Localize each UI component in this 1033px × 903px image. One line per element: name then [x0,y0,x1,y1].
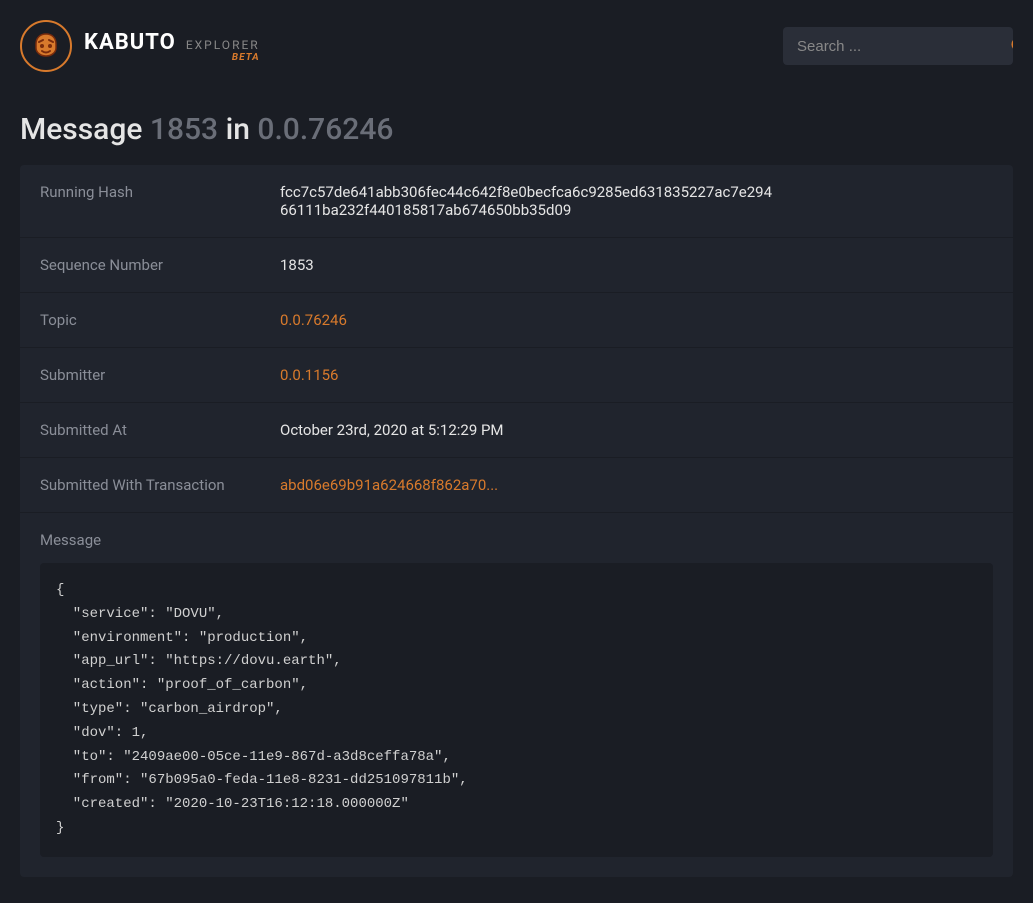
explorer-label: EXPLORER [186,38,260,52]
row-topic: Topic 0.0.76246 [20,293,1013,348]
label-submitter: Submitter [40,366,280,384]
logo-text: KABUTO EXPLORER BETA [84,30,260,63]
message-section: Message { "service": "DOVU", "environmen… [20,513,1013,877]
page-title: Message 1853 in 0.0.76246 [0,92,1033,165]
beta-badge: BETA [232,52,260,63]
title-message-id: 1853 [150,112,218,147]
search-input[interactable] [783,38,1010,55]
row-submitter: Submitter 0.0.1156 [20,348,1013,403]
kabuto-logo-icon [20,20,72,72]
label-message: Message [40,531,993,549]
search-icon [1010,36,1013,56]
message-content: { "service": "DOVU", "environment": "pro… [40,563,993,857]
brand-suffix: EXPLORER BETA [186,38,260,63]
row-submitted-at: Submitted At October 23rd, 2020 at 5:12:… [20,403,1013,458]
row-running-hash: Running Hash fcc7c57de641abb306fec44c642… [20,165,1013,238]
logo[interactable]: KABUTO EXPLORER BETA [20,20,260,72]
value-submitted-at: October 23rd, 2020 at 5:12:29 PM [280,421,504,439]
value-sequence-number: 1853 [280,256,314,274]
search-button[interactable] [1010,27,1013,65]
title-prefix: Message [20,112,142,147]
title-in: in [226,112,250,147]
value-submitter-link[interactable]: 0.0.1156 [280,366,339,384]
label-topic: Topic [40,311,280,329]
label-transaction: Submitted With Transaction [40,476,280,494]
value-running-hash: fcc7c57de641abb306fec44c642f8e0becfca6c9… [280,183,780,219]
row-transaction: Submitted With Transaction abd06e69b91a6… [20,458,1013,513]
label-submitted-at: Submitted At [40,421,280,439]
value-topic-link[interactable]: 0.0.76246 [280,311,347,329]
row-sequence-number: Sequence Number 1853 [20,238,1013,293]
value-transaction-link[interactable]: abd06e69b91a624668f862a70... [280,476,498,494]
brand-name: KABUTO [84,30,176,55]
label-sequence-number: Sequence Number [40,256,280,274]
header: KABUTO EXPLORER BETA [0,0,1033,92]
details-card: Running Hash fcc7c57de641abb306fec44c642… [20,165,1013,877]
title-topic-id: 0.0.76246 [257,112,393,147]
search-box [783,27,1013,65]
label-running-hash: Running Hash [40,183,280,201]
